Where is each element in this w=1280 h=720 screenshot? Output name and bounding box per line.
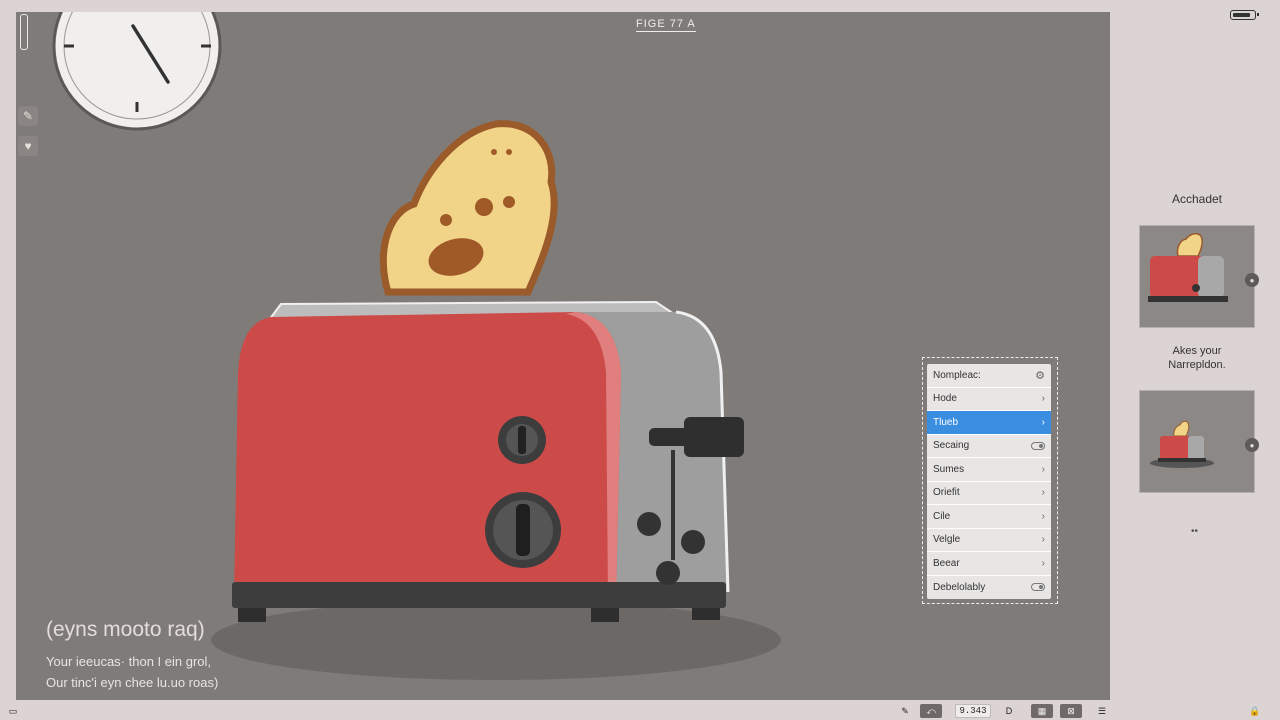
chevron-right-icon: › <box>1041 534 1045 546</box>
grid-button[interactable]: ▦ <box>1031 704 1053 718</box>
thumbnail-toaster-image <box>1150 420 1214 468</box>
menu-item-8[interactable]: Beear › <box>927 552 1051 576</box>
scroll-handle[interactable] <box>20 14 28 50</box>
value-readout[interactable]: 9.343 <box>955 704 991 718</box>
menu-item-label: Tlueb <box>933 416 959 428</box>
menu-item-0[interactable]: Nompleac: ⚙ <box>927 364 1051 388</box>
chevron-right-icon: › <box>1041 416 1045 428</box>
thumbnail-2[interactable] <box>1139 390 1255 493</box>
chevron-right-icon: › <box>1041 557 1045 569</box>
crop-button[interactable]: ⊠ <box>1060 704 1082 718</box>
layers-icon[interactable]: ☰ <box>1094 704 1110 718</box>
menu-item-5[interactable]: Oriefit › <box>927 482 1051 505</box>
top-status-strip <box>0 0 1280 12</box>
menu-item-label: Velgle <box>933 534 961 546</box>
page-icon[interactable]: ▭ <box>6 704 20 718</box>
caption-line-2: Our tinc'i eyn chee lu.uo roas) <box>46 675 219 690</box>
settings-cog-icon: ⚙ <box>1035 369 1045 382</box>
more-indicator[interactable]: •• <box>1191 526 1198 537</box>
thumbnail-1[interactable] <box>1139 225 1255 328</box>
menu-item-label: Secaing <box>933 440 970 452</box>
menu-item-label: Hode <box>933 393 957 405</box>
figure-title: FIGE 77 A <box>636 18 696 32</box>
battery-icon <box>1230 10 1259 20</box>
thumbnail-1-options-icon[interactable]: ● <box>1245 273 1259 287</box>
menu-item-4[interactable]: Sumes › <box>927 458 1051 482</box>
menu-item-1[interactable]: Hode › <box>927 388 1051 411</box>
menu-item-label: Sumes <box>933 463 965 475</box>
chevron-right-icon: › <box>1041 510 1045 522</box>
bottom-toolbar <box>0 700 1280 720</box>
menu-item-7[interactable]: Velgle › <box>927 529 1051 552</box>
context-menu-selection: Nompleac: ⚙ Hode › Tlueb › Secaing Sumes › O… <box>922 357 1058 604</box>
panel-note-line-2: Narrepldon. <box>1168 359 1226 371</box>
lock-icon[interactable]: 🔒 <box>1248 704 1262 718</box>
panel-note-line-1: Akes your <box>1172 345 1222 357</box>
toggle-switch-icon[interactable] <box>1031 441 1045 450</box>
chevron-right-icon: › <box>1041 393 1045 405</box>
panel-heading: Acchadet <box>1171 192 1223 206</box>
play-button[interactable]: D <box>1000 704 1018 718</box>
menu-item-label: Debelolably <box>933 581 986 593</box>
brush-icon[interactable]: ✎ <box>896 704 914 718</box>
chevron-right-icon: › <box>1041 463 1045 475</box>
clock-icon <box>52 12 222 131</box>
menu-item-label: Oriefit <box>933 487 960 499</box>
thumbnail-toaster-image <box>1148 232 1228 302</box>
left-tool-rail <box>0 12 16 700</box>
menu-item-2[interactable]: Tlueb › <box>927 411 1051 435</box>
menu-item-label: Nompleac: <box>933 369 981 381</box>
chevron-right-icon: › <box>1041 487 1045 499</box>
pen-tool-icon[interactable]: ✎ <box>18 106 38 126</box>
menu-item-9[interactable]: Debelolably <box>927 576 1051 600</box>
menu-item-label: Beear <box>933 557 960 569</box>
artboard-canvas[interactable]: FIGE 77 A (eyns mooto raq) Your ieeucas·… <box>16 12 1110 700</box>
heart-tool-icon[interactable]: ♥ <box>18 136 38 156</box>
context-menu: Nompleac: ⚙ Hode › Tlueb › Secaing Sumes › O… <box>927 364 1051 599</box>
menu-item-label: Cile <box>933 510 951 522</box>
undo-button[interactable]: ⤺ <box>920 704 942 718</box>
menu-item-3[interactable]: Secaing <box>927 435 1051 458</box>
caption-line-1: Your ieeucas· thon I ein grol, <box>46 654 212 669</box>
menu-item-6[interactable]: Cile › <box>927 505 1051 529</box>
toggle-switch-icon[interactable] <box>1031 583 1045 592</box>
thumbnail-2-options-icon[interactable]: ● <box>1245 438 1259 452</box>
caption-title: (eyns mooto raq) <box>46 618 205 641</box>
